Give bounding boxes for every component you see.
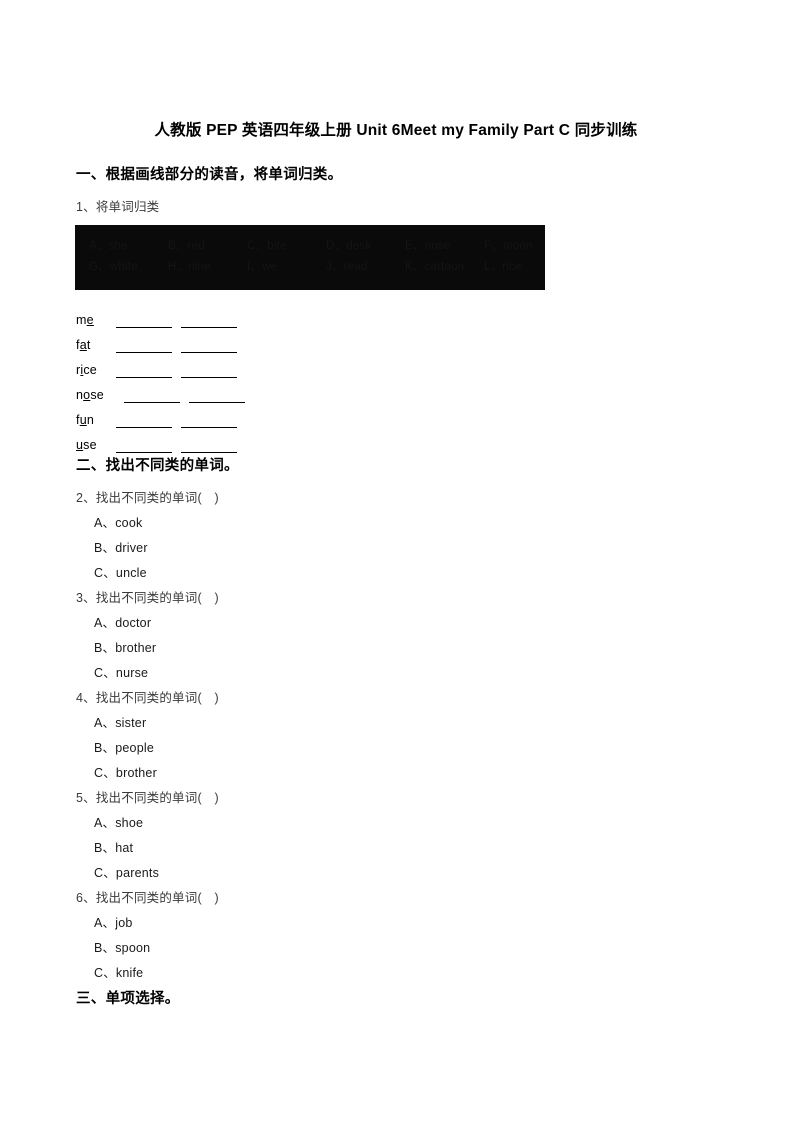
question-5-option-b[interactable]: B、hat [94,837,133,856]
question-1-stem: 1、将单词归类 [76,200,160,214]
classify-word: fun [76,413,94,427]
word-bank-item: G、white [89,260,138,273]
word-bank-item: I、we [247,260,278,273]
classify-word: nose [76,388,104,402]
question-4-option-b[interactable]: B、people [94,737,154,756]
classify-row: me [76,303,376,328]
question-4-option-a[interactable]: A、sister [94,712,146,731]
word-bank-item: A、she [89,239,128,252]
classify-word: rice [76,363,97,377]
word-bank-box: A、she B、red C、bite D、desk E、nose F、moon … [75,225,545,290]
question-4-stem: 4、找出不同类的单词( ) [76,691,219,705]
word-bank-item: J、read [326,260,368,273]
classify-word: me [76,313,94,327]
classify-row: rice [76,353,376,378]
word-bank-row-2: G、white H、nine I、we J、read K、cartoon L、r… [89,255,531,276]
document-page: 人教版 PEP 英语四年级上册 Unit 6Meet my Family Par… [0,0,793,1122]
question-2-option-a[interactable]: A、cook [94,512,142,531]
classify-word: fat [76,338,91,352]
answer-blank[interactable] [116,366,172,378]
answer-blank[interactable] [116,416,172,428]
question-3-stem: 3、找出不同类的单词( ) [76,591,219,605]
answer-blank[interactable] [116,441,172,453]
answer-blank[interactable] [124,391,180,403]
word-bank-item: H、nine [168,260,211,273]
answer-blank[interactable] [181,316,237,328]
question-5-option-c[interactable]: C、parents [94,862,159,881]
section-heading-1: 一、根据画线部分的读音，将单词归类。 [76,167,343,183]
answer-blank[interactable] [181,416,237,428]
question-5-stem: 5、找出不同类的单词( ) [76,791,219,805]
answer-blank[interactable] [181,441,237,453]
answer-blank[interactable] [181,341,237,353]
question-5-option-a[interactable]: A、shoe [94,812,143,831]
question-3-option-b[interactable]: B、brother [94,637,156,656]
classify-row: use [76,428,376,453]
page-title: 人教版 PEP 英语四年级上册 Unit 6Meet my Family Par… [154,122,638,139]
word-bank-item: L、rice [484,260,522,273]
answer-blank[interactable] [116,341,172,353]
question-2-option-c[interactable]: C、uncle [94,562,147,581]
classify-row: fat [76,328,376,353]
word-bank-item: F、moon [484,239,533,252]
classify-row: nose [76,378,376,403]
answer-blank[interactable] [116,316,172,328]
classify-word: use [76,438,97,452]
question-6-stem: 6、找出不同类的单词( ) [76,891,219,905]
question-2-option-b[interactable]: B、driver [94,537,148,556]
classify-list: me fat rice nose fun use [76,303,376,453]
classify-row: fun [76,403,376,428]
word-bank-item: K、cartoon [405,260,465,273]
question-3-option-a[interactable]: A、doctor [94,612,151,631]
section-heading-2: 二、找出不同类的单词。 [76,458,239,474]
word-bank-item: D、desk [326,239,372,252]
word-bank-item: B、red [168,239,205,252]
question-6-option-c[interactable]: C、knife [94,962,143,981]
word-bank-row-1: A、she B、red C、bite D、desk E、nose F、moon [89,234,532,255]
answer-blank[interactable] [181,366,237,378]
question-3-option-c[interactable]: C、nurse [94,662,148,681]
word-bank-item: E、nose [405,239,451,252]
question-6-option-a[interactable]: A、job [94,912,133,931]
question-2-stem: 2、找出不同类的单词( ) [76,491,219,505]
answer-blank[interactable] [189,391,245,403]
question-6-option-b[interactable]: B、spoon [94,937,150,956]
question-4-option-c[interactable]: C、brother [94,762,157,781]
word-bank-item: C、bite [247,239,287,252]
section-heading-3: 三、单项选择。 [76,991,180,1007]
